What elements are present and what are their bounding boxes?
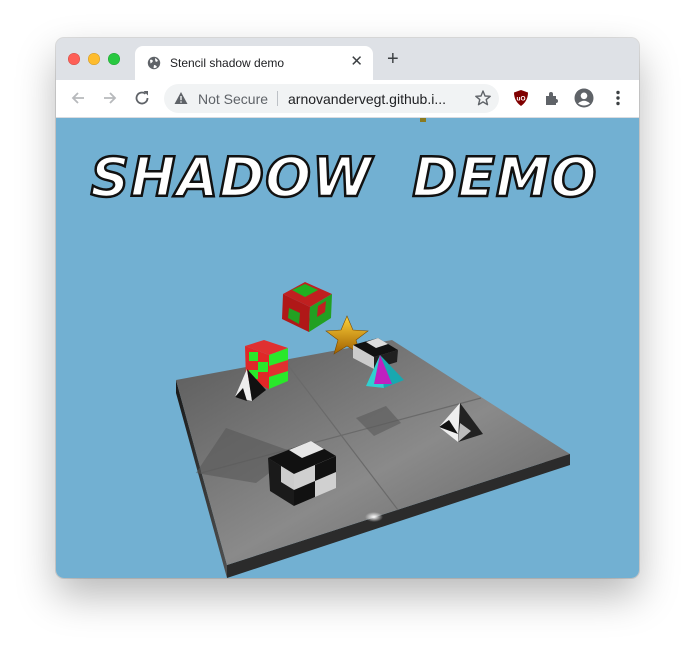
webgl-canvas[interactable]: SHADOW DEMO bbox=[56, 118, 639, 578]
reload-icon[interactable] bbox=[132, 88, 152, 108]
fullscreen-window-button[interactable] bbox=[108, 53, 120, 65]
url-text[interactable]: arnovandervegt.github.i... bbox=[288, 91, 446, 107]
minimize-window-button[interactable] bbox=[88, 53, 100, 65]
distant-object bbox=[420, 118, 426, 122]
new-tab-button[interactable]: + bbox=[387, 49, 399, 69]
tab-title: Stencil shadow demo bbox=[170, 56, 285, 70]
forward-arrow-icon[interactable] bbox=[100, 88, 120, 108]
back-arrow-icon[interactable] bbox=[68, 88, 88, 108]
omnibox-divider bbox=[277, 91, 278, 106]
tab-close-button[interactable]: ✕ bbox=[350, 54, 363, 70]
red-green-cube-floating bbox=[282, 282, 332, 332]
tab-bar: Stencil shadow demo ✕ + bbox=[56, 38, 639, 80]
scene-title-text: SHADOW DEMO bbox=[90, 146, 597, 209]
bookmark-star-icon[interactable] bbox=[474, 89, 492, 107]
window-controls bbox=[68, 53, 120, 65]
svg-text:uO: uO bbox=[516, 96, 525, 103]
close-window-button[interactable] bbox=[68, 53, 80, 65]
puzzle-extensions-icon[interactable] bbox=[542, 88, 562, 108]
warning-icon[interactable] bbox=[174, 91, 188, 105]
ublock-extension-icon[interactable]: uO bbox=[511, 88, 531, 108]
profile-avatar-icon[interactable] bbox=[574, 88, 594, 108]
globe-icon bbox=[147, 56, 161, 70]
security-status-label[interactable]: Not Secure bbox=[198, 91, 268, 107]
kebab-menu-icon[interactable] bbox=[608, 88, 628, 108]
omnibox[interactable]: Not Secure arnovandervegt.github.i... bbox=[164, 84, 499, 113]
scene-title: SHADOW DEMO bbox=[89, 145, 598, 211]
browser-window: Stencil shadow demo ✕ + Not Secure arnov… bbox=[56, 38, 639, 578]
tab-active[interactable]: Stencil shadow demo ✕ bbox=[135, 46, 373, 80]
browser-toolbar: Not Secure arnovandervegt.github.i... uO bbox=[56, 80, 639, 118]
